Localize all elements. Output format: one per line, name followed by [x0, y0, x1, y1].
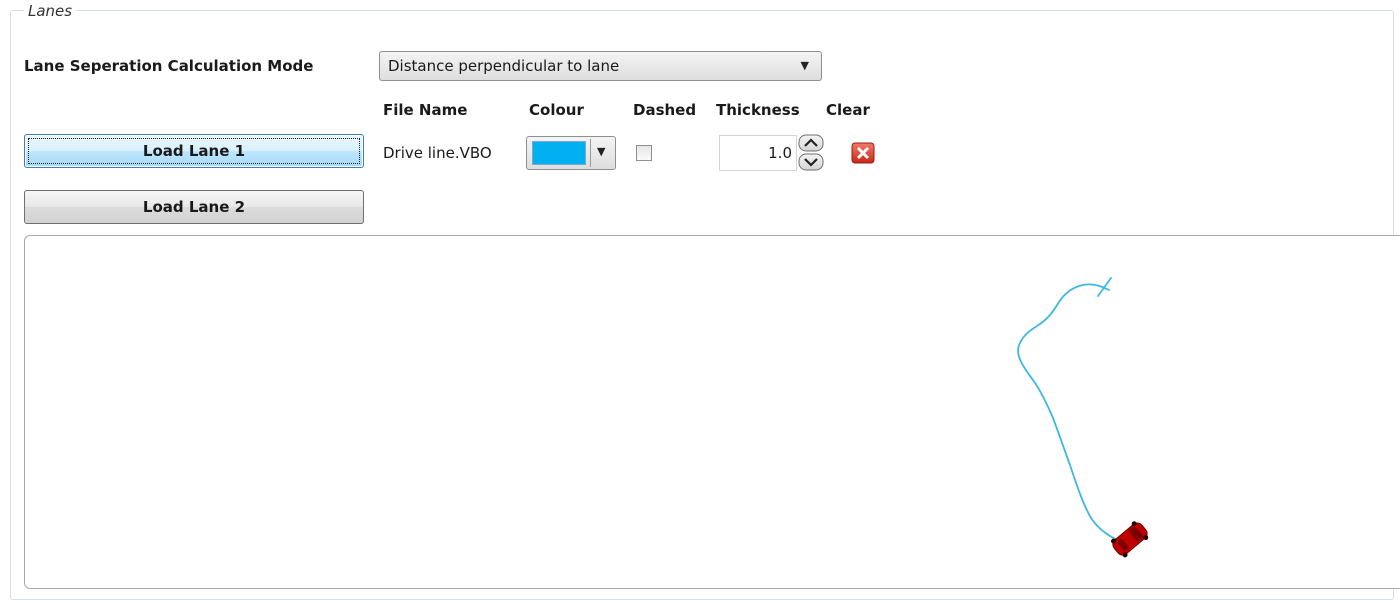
lane-preview-drawing: [1017, 277, 1149, 558]
lane-1-line: [1017, 277, 1124, 543]
mode-label: Lane Seperation Calculation Mode: [24, 57, 314, 75]
chevron-down-icon: ▼: [800, 59, 809, 72]
spin-down-icon[interactable]: [798, 153, 824, 171]
colour-swatch: [532, 141, 586, 165]
spin-up-icon[interactable]: [798, 134, 824, 152]
colour-picker-divider: [590, 139, 591, 167]
mode-dropdown[interactable]: Distance perpendicular to lane ▼: [379, 51, 822, 81]
load-lane-2-button[interactable]: Load Lane 2: [24, 190, 364, 224]
lane-1-thickness-input[interactable]: 1.0: [719, 135, 797, 171]
lane-1-colour-picker[interactable]: ▼: [526, 136, 616, 170]
red-x-icon[interactable]: [851, 142, 875, 164]
lane-preview-canvas[interactable]: [24, 235, 1400, 589]
group-title: Lanes: [24, 2, 77, 20]
column-header-dashed: Dashed: [633, 101, 697, 119]
lane-1-file-name: Drive line.VBO: [383, 144, 492, 162]
column-header-file-name: File Name: [383, 101, 468, 119]
column-header-clear: Clear: [826, 101, 870, 119]
column-header-colour: Colour: [529, 101, 584, 119]
lane-1-dashed-checkbox[interactable]: [636, 145, 652, 161]
column-header-thickness: Thickness: [716, 101, 800, 119]
mode-dropdown-value: Distance perpendicular to lane: [388, 57, 620, 75]
lanes-panel: Lanes Lane Seperation Calculation Mode D…: [0, 0, 1400, 603]
load-lane-1-button[interactable]: Load Lane 1: [24, 134, 364, 168]
chevron-down-icon[interactable]: ▼: [597, 145, 605, 158]
